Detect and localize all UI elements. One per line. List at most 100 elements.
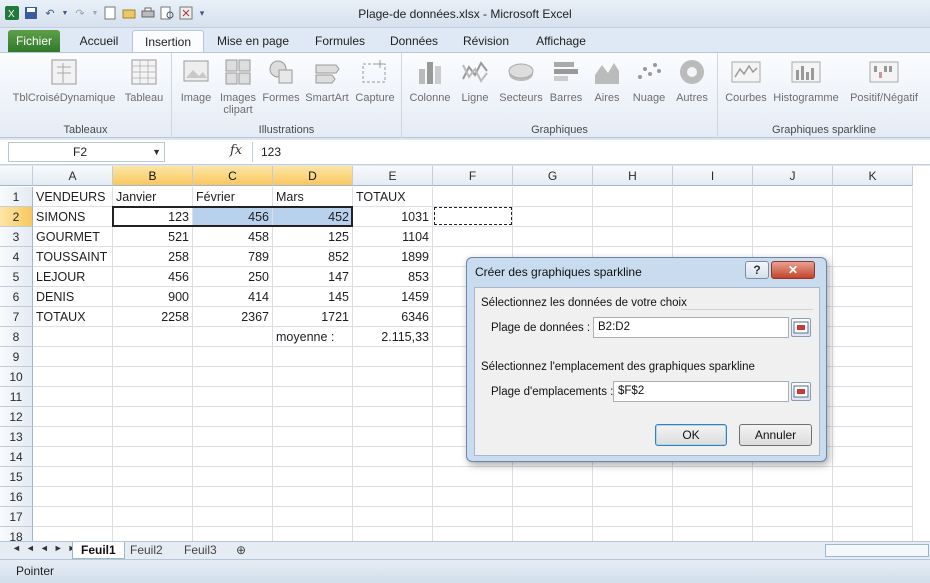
cell[interactable]: 414 <box>193 287 273 307</box>
cell[interactable] <box>433 527 513 541</box>
cell[interactable]: 456 <box>193 207 273 227</box>
cell[interactable] <box>833 467 913 487</box>
chevron-down-icon[interactable]: ▼ <box>152 143 161 161</box>
cell[interactable] <box>753 227 833 247</box>
cell[interactable] <box>833 527 913 541</box>
cell[interactable] <box>433 187 513 207</box>
cell[interactable]: 456 <box>113 267 193 287</box>
cell[interactable]: 258 <box>113 247 193 267</box>
cell[interactable] <box>513 227 593 247</box>
cell[interactable] <box>833 307 913 327</box>
row-header-5[interactable]: 5 <box>0 267 33 287</box>
cell[interactable] <box>433 227 513 247</box>
row-header-11[interactable]: 11 <box>0 387 33 407</box>
cancel-button[interactable]: Annuler <box>739 424 812 446</box>
cell[interactable] <box>273 427 353 447</box>
cell[interactable] <box>353 347 433 367</box>
cell[interactable] <box>273 467 353 487</box>
row-header-10[interactable]: 10 <box>0 367 33 387</box>
cell[interactable]: 852 <box>273 247 353 267</box>
range-picker-icon[interactable] <box>791 318 811 337</box>
cell[interactable] <box>193 347 273 367</box>
column-header-i[interactable]: I <box>673 166 753 186</box>
cell[interactable]: 6346 <box>353 307 433 327</box>
cell[interactable] <box>833 227 913 247</box>
tab-mise-en-page[interactable]: Mise en page <box>208 30 298 52</box>
cell[interactable] <box>753 467 833 487</box>
cell[interactable]: moyenne : <box>273 327 353 347</box>
cell[interactable] <box>753 527 833 541</box>
cell[interactable] <box>33 387 113 407</box>
cell[interactable]: 1031 <box>353 207 433 227</box>
cell[interactable] <box>833 427 913 447</box>
cell[interactable] <box>33 347 113 367</box>
sparkline-column-button[interactable]: Histogramme <box>770 57 842 104</box>
name-box[interactable]: F2 ▼ <box>8 142 165 162</box>
close-button[interactable]: ✕ <box>771 261 815 279</box>
cell[interactable] <box>273 407 353 427</box>
cell[interactable] <box>593 187 673 207</box>
column-chart-button[interactable]: Colonne <box>406 57 454 104</box>
line-chart-button[interactable]: Ligne <box>454 57 496 104</box>
column-header-k[interactable]: K <box>833 166 913 186</box>
cell[interactable]: TOTAUX <box>353 187 433 207</box>
cell[interactable] <box>273 507 353 527</box>
cell[interactable]: 2.115,33 <box>353 327 433 347</box>
row-header-4[interactable]: 4 <box>0 247 33 267</box>
cell[interactable] <box>273 527 353 541</box>
cell[interactable]: VENDEURS <box>33 187 113 207</box>
scatter-chart-button[interactable]: Nuage <box>628 57 670 104</box>
cell[interactable]: 2367 <box>193 307 273 327</box>
column-header-a[interactable]: A <box>33 166 113 186</box>
select-all-corner[interactable] <box>0 166 33 186</box>
cell[interactable] <box>433 207 513 227</box>
cell[interactable] <box>33 327 113 347</box>
horizontal-scrollbar[interactable] <box>825 544 929 557</box>
sparkline-dialog[interactable]: Créer des graphiques sparkline ? ✕ Sélec… <box>466 257 827 462</box>
cell[interactable] <box>353 507 433 527</box>
cell[interactable] <box>33 527 113 541</box>
cell[interactable] <box>833 187 913 207</box>
column-header-f[interactable]: F <box>433 166 513 186</box>
tab-affichage[interactable]: Affichage <box>526 30 596 52</box>
row-header-7[interactable]: 7 <box>0 307 33 327</box>
cell[interactable]: 900 <box>113 287 193 307</box>
cell[interactable] <box>193 507 273 527</box>
column-header-e[interactable]: E <box>353 166 433 186</box>
cell[interactable] <box>673 527 753 541</box>
cell[interactable] <box>433 467 513 487</box>
cell[interactable] <box>273 447 353 467</box>
column-header-g[interactable]: G <box>513 166 593 186</box>
cell[interactable]: 2258 <box>113 307 193 327</box>
cell[interactable]: LEJOUR <box>33 267 113 287</box>
location-picker-icon[interactable] <box>791 382 811 401</box>
row-header-17[interactable]: 17 <box>0 507 33 527</box>
cell[interactable] <box>193 367 273 387</box>
cell[interactable] <box>353 427 433 447</box>
cell[interactable] <box>513 527 593 541</box>
cell[interactable] <box>33 367 113 387</box>
cell[interactable] <box>353 387 433 407</box>
cell[interactable] <box>193 447 273 467</box>
cell[interactable] <box>193 427 273 447</box>
cell[interactable] <box>113 527 193 541</box>
sheet-tab-feuil1[interactable]: Feuil1 <box>72 542 125 559</box>
cell[interactable] <box>753 207 833 227</box>
cell[interactable] <box>513 207 593 227</box>
cell[interactable] <box>833 247 913 267</box>
new-sheet-icon[interactable]: ⊕ <box>228 542 254 559</box>
pie-chart-button[interactable]: Secteurs <box>496 57 546 104</box>
row-header-16[interactable]: 16 <box>0 487 33 507</box>
cell[interactable] <box>273 487 353 507</box>
cell[interactable] <box>673 507 753 527</box>
cell[interactable] <box>193 527 273 541</box>
column-header-j[interactable]: J <box>753 166 833 186</box>
row-header-2[interactable]: 2 <box>0 207 33 227</box>
cell[interactable] <box>33 507 113 527</box>
pivot-table-button[interactable]: TblCroiséDynamique <box>8 57 120 104</box>
cell[interactable] <box>193 327 273 347</box>
row-header-12[interactable]: 12 <box>0 407 33 427</box>
cell[interactable] <box>33 447 113 467</box>
cell[interactable] <box>33 487 113 507</box>
column-header-b[interactable]: B <box>113 166 193 186</box>
